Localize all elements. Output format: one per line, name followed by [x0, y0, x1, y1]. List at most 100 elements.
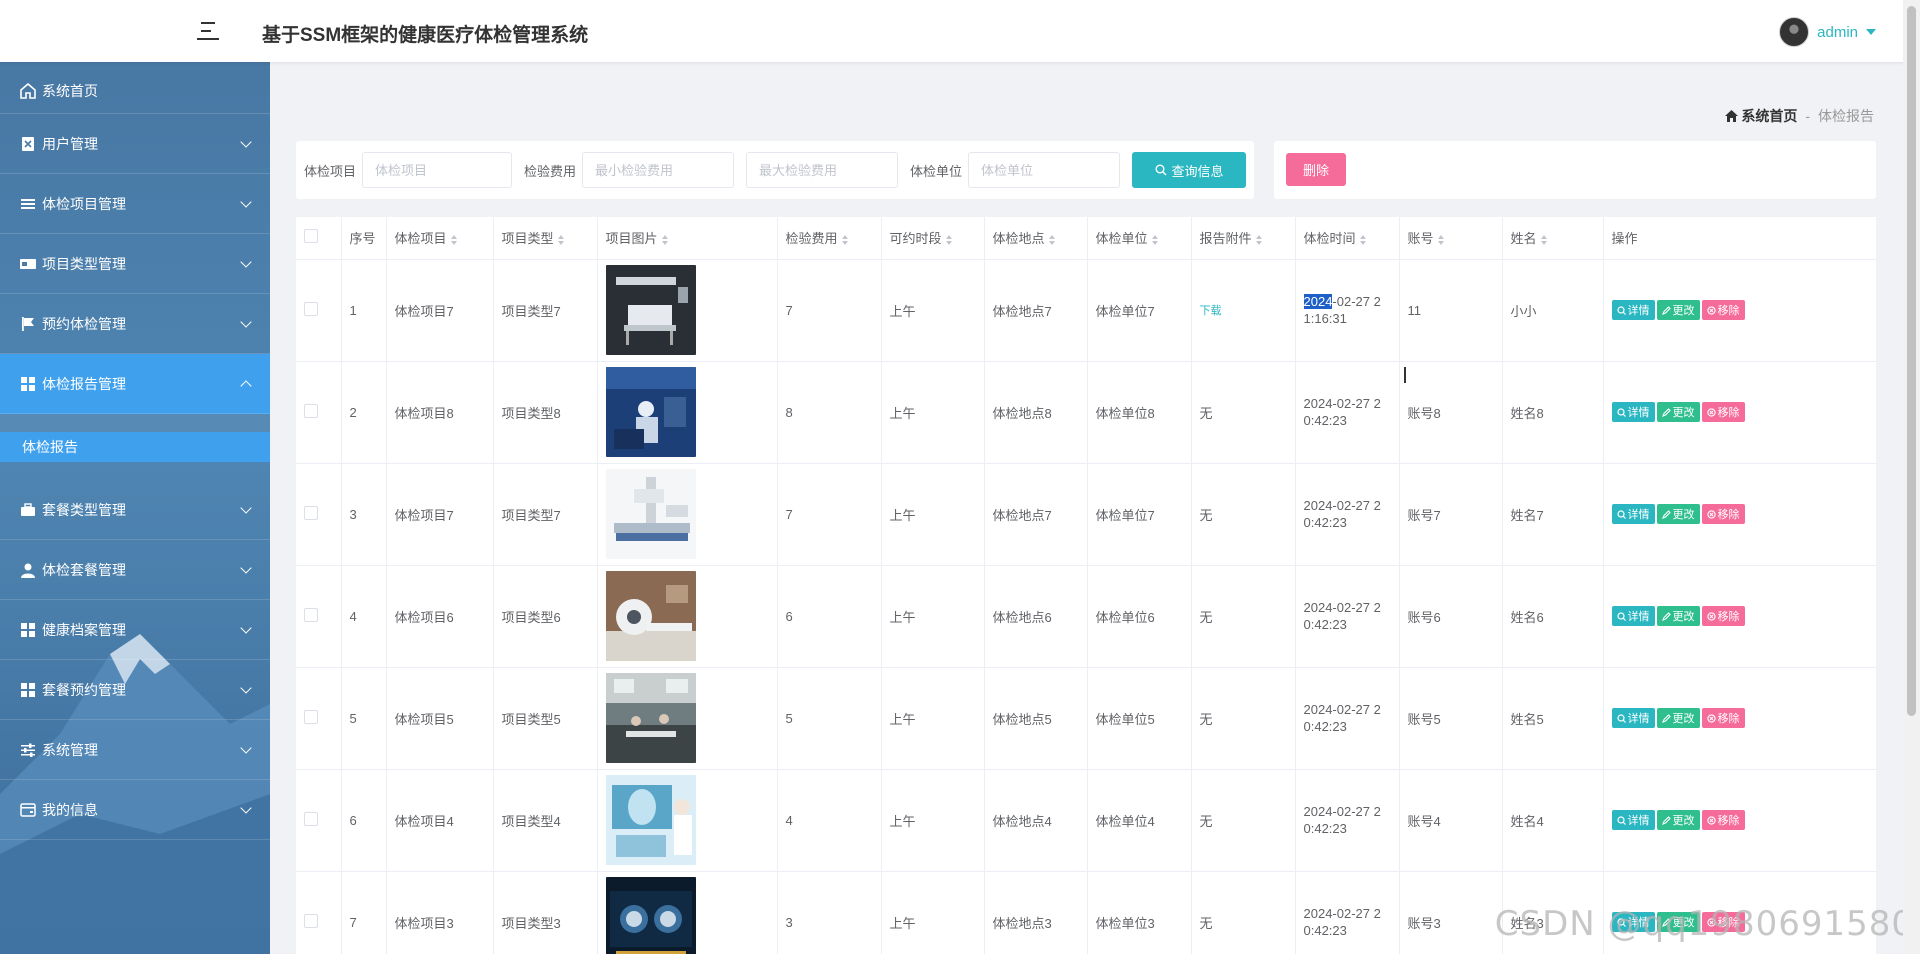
remove-label[interactable]: 移除	[1718, 506, 1740, 522]
column-header[interactable]: 账号	[1399, 217, 1503, 260]
edit-button[interactable]: 更改	[1656, 300, 1700, 320]
menu-toggle-icon[interactable]	[197, 20, 221, 42]
fee-min-input[interactable]	[582, 152, 735, 188]
column-header[interactable]: 体检地点	[984, 217, 1088, 260]
detail-button[interactable]: 详情	[1611, 504, 1655, 524]
sidebar-item-1[interactable]: 用户管理	[0, 114, 270, 174]
sidebar-item-4[interactable]: 预约体检管理	[0, 294, 270, 354]
sidebar-item-3[interactable]: 项目类型管理	[0, 234, 270, 294]
edit-label[interactable]: 更改	[1673, 812, 1695, 828]
sidebar-item-6[interactable]: 套餐类型管理	[0, 480, 270, 540]
row-select[interactable]	[296, 361, 342, 464]
sidebar-subitem-report[interactable]: 体检报告	[0, 432, 270, 462]
download-link[interactable]: 下载	[1200, 305, 1222, 317]
row-checkbox[interactable]	[304, 811, 318, 826]
edit-label[interactable]: 更改	[1673, 710, 1695, 726]
detail-button[interactable]: 详情	[1611, 606, 1655, 626]
avatar[interactable]	[1779, 17, 1810, 47]
edit-button[interactable]: 更改	[1656, 402, 1700, 422]
sort-icon[interactable]	[945, 234, 952, 245]
row-checkbox[interactable]	[304, 709, 318, 724]
sidebar-item-0[interactable]: 系统首页	[0, 62, 270, 114]
header-select-all[interactable]	[296, 217, 342, 260]
select-all-checkbox[interactable]	[304, 229, 318, 244]
remove-label[interactable]: 移除	[1718, 608, 1740, 624]
sort-icon[interactable]	[1359, 234, 1366, 245]
edit-button[interactable]: 更改	[1656, 708, 1700, 728]
item-input[interactable]	[362, 152, 513, 188]
sort-icon[interactable]	[661, 234, 668, 245]
search-button[interactable]: 查询信息	[1132, 152, 1247, 188]
remove-button[interactable]: 移除	[1701, 504, 1745, 524]
sidebar-item-5[interactable]: 体检报告管理	[0, 354, 270, 414]
sort-icon[interactable]	[1048, 234, 1055, 245]
user-menu[interactable]: admin	[1779, 17, 1876, 47]
detail-button[interactable]: 详情	[1611, 708, 1655, 728]
detail-button[interactable]: 详情	[1611, 810, 1655, 830]
detail-label[interactable]: 详情	[1628, 608, 1650, 624]
sort-icon[interactable]	[1437, 234, 1444, 245]
row-checkbox[interactable]	[304, 505, 318, 520]
sidebar-item-11[interactable]: 我的信息	[0, 780, 270, 840]
breadcrumb-home[interactable]: 系统首页	[1725, 106, 1797, 126]
row-checkbox[interactable]	[304, 607, 318, 622]
remove-label[interactable]: 移除	[1718, 710, 1740, 726]
column-header[interactable]: 可约时段	[881, 217, 985, 260]
search-button-label[interactable]: 查询信息	[1172, 161, 1224, 180]
sidebar-item-2[interactable]: 体检项目管理	[0, 174, 270, 234]
detail-label[interactable]: 详情	[1628, 302, 1650, 318]
fee-max-input[interactable]	[746, 152, 899, 188]
remove-button[interactable]: 移除	[1701, 402, 1745, 422]
remove-label[interactable]: 移除	[1718, 812, 1740, 828]
detail-label[interactable]: 详情	[1628, 710, 1650, 726]
edit-button[interactable]: 更改	[1656, 810, 1700, 830]
breadcrumb-home-label[interactable]: 系统首页	[1741, 106, 1797, 126]
remove-label[interactable]: 移除	[1718, 302, 1740, 318]
column-header[interactable]: 报告附件	[1191, 217, 1296, 260]
row-select[interactable]	[296, 463, 342, 566]
column-header[interactable]: 姓名	[1502, 217, 1604, 260]
detail-label[interactable]: 详情	[1628, 812, 1650, 828]
row-select[interactable]	[296, 871, 342, 954]
row-select[interactable]	[296, 565, 342, 668]
column-header[interactable]: 体检单位	[1087, 217, 1192, 260]
sort-icon[interactable]	[450, 234, 457, 245]
edit-label[interactable]: 更改	[1673, 302, 1695, 318]
edit-button[interactable]: 更改	[1656, 504, 1700, 524]
row-select[interactable]	[296, 259, 342, 362]
sort-icon[interactable]	[1540, 234, 1547, 245]
column-header[interactable]: 检验费用	[777, 217, 882, 260]
row-select[interactable]	[296, 769, 342, 872]
row-checkbox[interactable]	[304, 913, 318, 928]
remove-button[interactable]: 移除	[1701, 300, 1745, 320]
detail-label[interactable]: 详情	[1628, 404, 1650, 420]
sort-icon[interactable]	[1151, 234, 1158, 245]
remove-label[interactable]: 移除	[1718, 404, 1740, 420]
column-header[interactable]: 体检项目	[386, 217, 494, 260]
sort-icon[interactable]	[557, 234, 564, 245]
detail-button[interactable]: 详情	[1611, 402, 1655, 422]
caret-down-icon[interactable]	[1866, 29, 1876, 35]
sidebar-item-8[interactable]: 健康档案管理	[0, 600, 270, 660]
sidebar-item-10[interactable]: 系统管理	[0, 720, 270, 780]
column-header[interactable]: 项目图片	[597, 217, 778, 260]
sidebar-item-7[interactable]: 体检套餐管理	[0, 540, 270, 600]
edit-label[interactable]: 更改	[1673, 608, 1695, 624]
unit-input[interactable]	[968, 152, 1121, 188]
sort-icon[interactable]	[841, 234, 848, 245]
edit-label[interactable]: 更改	[1673, 404, 1695, 420]
row-checkbox[interactable]	[304, 301, 318, 316]
remove-button[interactable]: 移除	[1701, 708, 1745, 728]
delete-button[interactable]: 删除	[1286, 153, 1346, 186]
sort-icon[interactable]	[1255, 234, 1262, 245]
scrollbar-thumb[interactable]	[1907, 6, 1916, 716]
remove-button[interactable]: 移除	[1701, 810, 1745, 830]
detail-button[interactable]: 详情	[1611, 300, 1655, 320]
edit-label[interactable]: 更改	[1673, 506, 1695, 522]
remove-button[interactable]: 移除	[1701, 606, 1745, 626]
row-checkbox[interactable]	[304, 403, 318, 418]
column-header[interactable]: 项目类型	[493, 217, 598, 260]
sidebar-item-9[interactable]: 套餐预约管理	[0, 660, 270, 720]
page-scrollbar[interactable]	[1903, 0, 1920, 954]
row-select[interactable]	[296, 667, 342, 770]
